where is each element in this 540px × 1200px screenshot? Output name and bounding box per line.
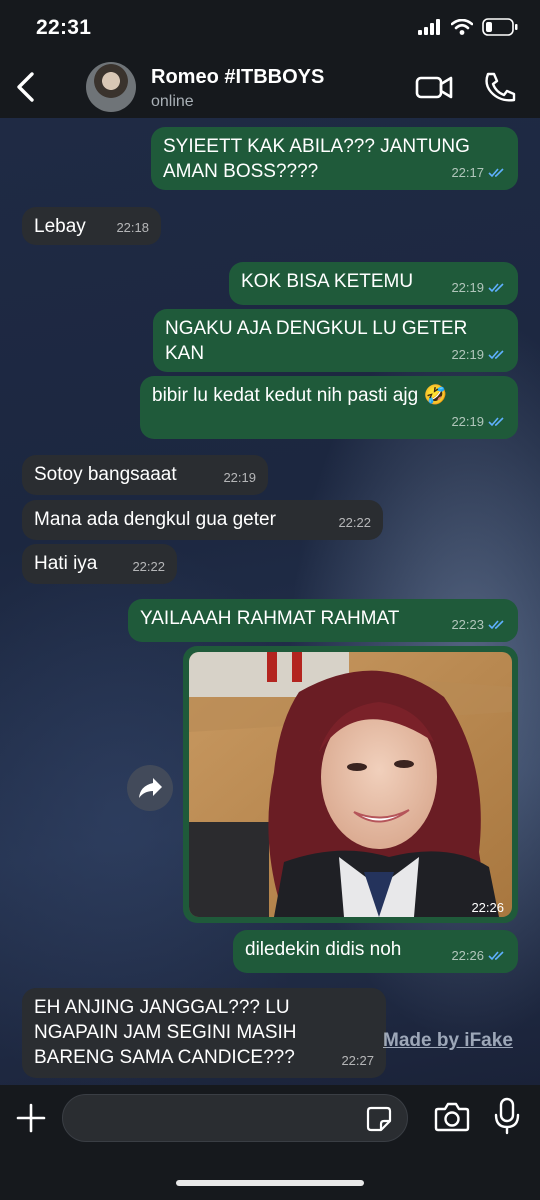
message-time: 22:19 (451, 347, 484, 362)
message-meta: 22:18 (116, 215, 149, 240)
message-meta: 22:26 (451, 943, 506, 968)
message-bubble-outgoing[interactable]: NGAKU AJA DENGKUL LU GETER KAN 22:19 (153, 309, 518, 372)
message-time: 22:17 (451, 165, 484, 180)
message-meta: 22:27 (341, 1048, 374, 1073)
message-bubble-outgoing[interactable]: SYIEETT KAK ABILA??? JANTUNG AMAN BOSS??… (151, 127, 518, 190)
message-meta: 22:17 (451, 160, 506, 185)
double-check-icon (488, 950, 504, 960)
message-text: bibir lu kedat kedut nih pasti ajg 🤣 (152, 385, 448, 406)
message-bubble-outgoing[interactable]: diledekin didis noh 22:26 (233, 930, 518, 973)
message-text: Mana ada dengkul gua geter (34, 509, 276, 530)
message-time: 22:27 (341, 1053, 374, 1068)
message-time: 22:22 (132, 559, 165, 574)
message-time: 22:18 (116, 220, 149, 235)
message-time: 22:22 (338, 515, 371, 530)
avatar[interactable] (86, 62, 136, 112)
video-camera-icon[interactable] (414, 70, 454, 104)
message-bubble-incoming[interactable]: Sotoy bangsaaat 22:19 (22, 455, 268, 495)
message-bubble-outgoing[interactable]: bibir lu kedat kedut nih pasti ajg 🤣 22:… (140, 376, 518, 439)
plus-icon[interactable] (14, 1101, 48, 1135)
message-bubble-incoming[interactable]: Mana ada dengkul gua geter 22:22 (22, 500, 383, 540)
cellular-signal-icon (418, 19, 440, 35)
message-time: 22:19 (451, 280, 484, 295)
shared-photo[interactable] (189, 652, 512, 917)
photo-illustration (189, 652, 512, 917)
phone-icon[interactable] (480, 70, 520, 104)
double-check-icon (488, 282, 504, 292)
message-meta: 22:22 (338, 510, 371, 535)
status-bar: 22:31 (0, 0, 540, 58)
message-meta: 22:26 (471, 900, 504, 915)
message-meta: 22:23 (451, 612, 506, 637)
wifi-icon (451, 19, 473, 35)
home-indicator[interactable] (176, 1180, 364, 1186)
contact-status: online (151, 93, 194, 110)
message-bubble-outgoing[interactable]: YAILAAAH RAHMAT RAHMAT 22:23 (128, 599, 518, 642)
message-meta: 22:19 (451, 275, 506, 300)
message-input[interactable] (62, 1094, 408, 1142)
image-message-bubble[interactable]: 22:26 (183, 646, 518, 923)
message-meta: 22:19 (451, 342, 506, 367)
status-time: 22:31 (36, 16, 92, 39)
message-bubble-incoming[interactable]: EH ANJING JANGGAL??? LU NGAPAIN JAM SEGI… (22, 988, 386, 1078)
chevron-left-icon[interactable] (10, 70, 44, 104)
message-meta: 22:19 (451, 409, 506, 434)
message-bubble-outgoing[interactable]: KOK BISA KETEMU 22:19 (229, 262, 518, 305)
chat-header: Romeo #ITBBOYS online (0, 58, 540, 118)
battery-icon (482, 18, 518, 36)
double-check-icon (488, 619, 504, 629)
message-time: 22:26 (451, 948, 484, 963)
message-time: 22:19 (223, 470, 256, 485)
sticker-icon[interactable] (365, 1105, 393, 1133)
forward-button[interactable] (127, 765, 173, 811)
message-time: 22:23 (451, 617, 484, 632)
double-check-icon (488, 349, 504, 359)
contact-name[interactable]: Romeo #ITBBOYS (151, 66, 324, 89)
message-meta: 22:22 (132, 554, 165, 579)
share-arrow-icon (139, 778, 162, 798)
camera-icon[interactable] (434, 1101, 470, 1133)
status-icons (418, 18, 518, 36)
double-check-icon (488, 416, 504, 426)
message-meta: 22:19 (223, 465, 256, 490)
watermark: Made by iFake (383, 1030, 513, 1051)
microphone-icon[interactable] (492, 1097, 522, 1135)
message-bubble-incoming[interactable]: Hati iya 22:22 (22, 544, 177, 584)
message-bubble-incoming[interactable]: Lebay 22:18 (22, 207, 161, 245)
message-time: 22:19 (451, 414, 484, 429)
message-text: EH ANJING JANGGAL??? LU NGAPAIN JAM SEGI… (34, 997, 297, 1068)
double-check-icon (488, 167, 504, 177)
message-time: 22:26 (471, 900, 504, 915)
